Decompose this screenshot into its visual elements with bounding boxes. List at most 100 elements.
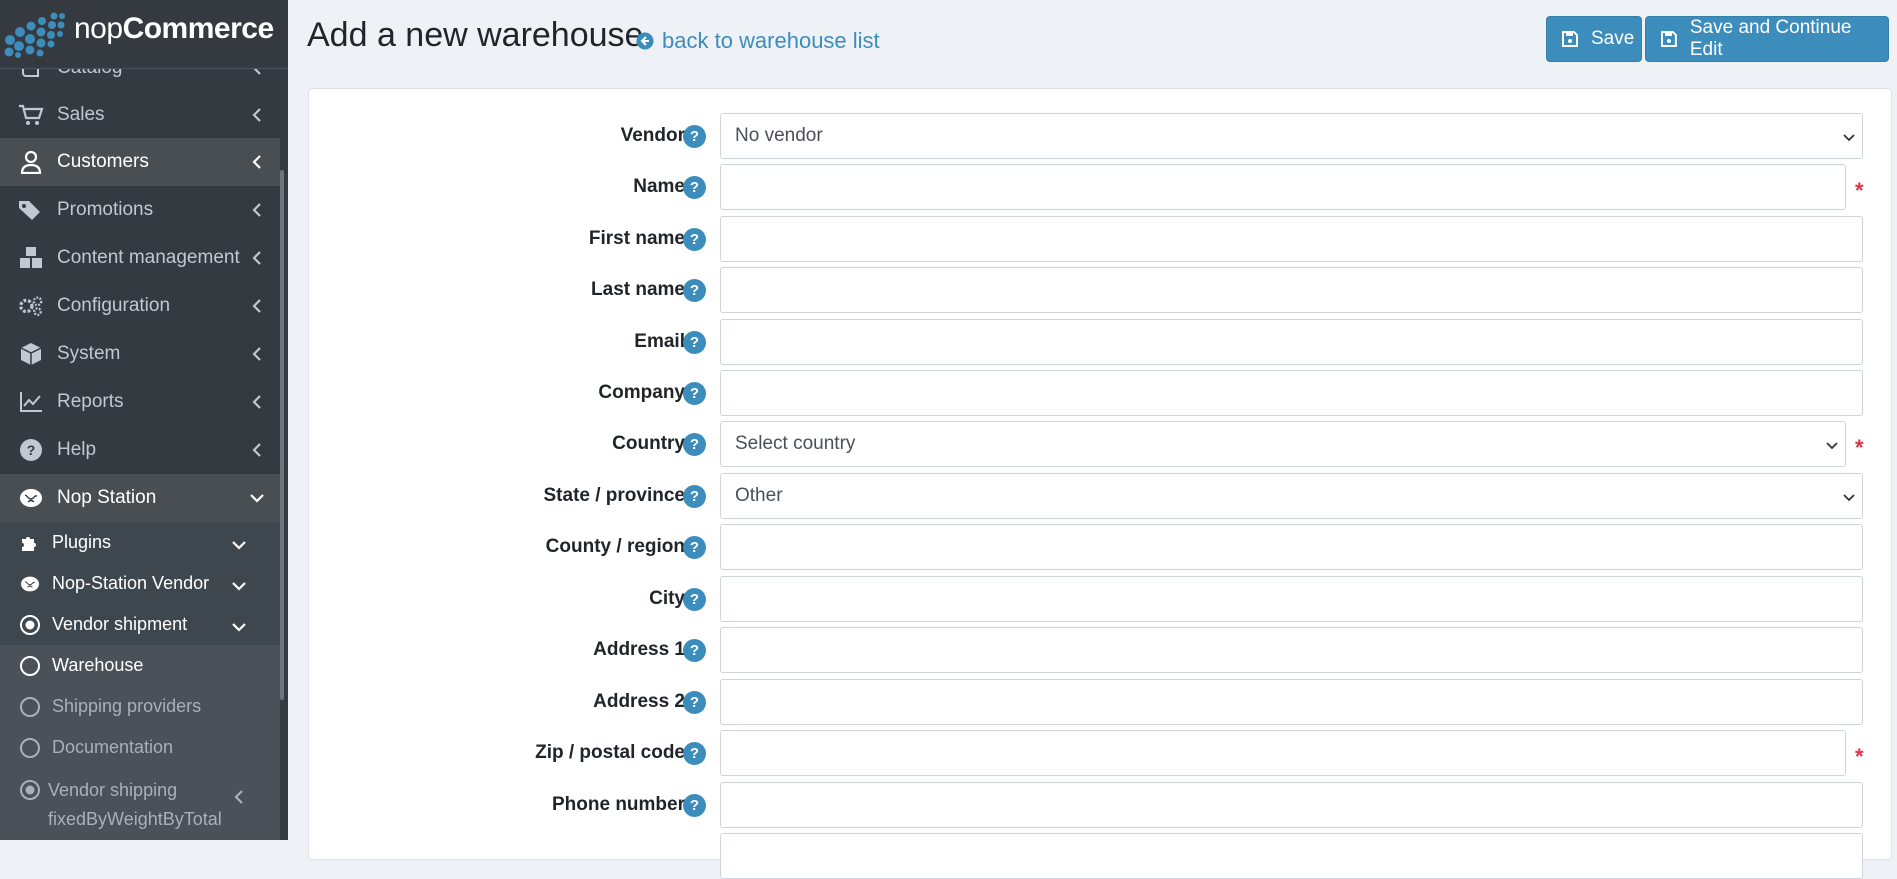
- sidebar-item-nop-station[interactable]: Nop Station: [0, 474, 280, 522]
- phone-input[interactable]: [720, 782, 1863, 828]
- sidebar-item-label: Nop-Station Vendor: [52, 573, 210, 593]
- sidebar-item-plugins[interactable]: Plugins: [0, 522, 280, 563]
- phone-label: Phone number: [551, 794, 685, 815]
- chevron-down-icon: [232, 623, 246, 632]
- state-select[interactable]: Other: [720, 473, 1863, 519]
- chevron-down-icon: [232, 582, 246, 591]
- cart-icon: [18, 102, 44, 128]
- puzzle-icon: [18, 531, 42, 555]
- address1-input[interactable]: [720, 627, 1863, 673]
- brain-icon: [18, 572, 42, 596]
- help-icon[interactable]: ?: [683, 279, 706, 302]
- sidebar-item-label: Content management: [57, 247, 240, 268]
- address1-row: Address 1 ?: [309, 627, 1891, 673]
- help-icon[interactable]: ?: [683, 125, 706, 148]
- name-input[interactable]: [720, 164, 1846, 210]
- country-selected-value: Select country: [735, 433, 856, 454]
- vendor-row: Vendor ? No vendor: [309, 113, 1891, 159]
- city-label: City: [649, 588, 685, 609]
- sidebar-item-label: Nop Station: [57, 487, 157, 508]
- chevron-left-icon: [252, 395, 261, 409]
- sidebar-item-label: Plugins: [52, 532, 112, 552]
- chevron-left-icon: [234, 790, 243, 804]
- company-row: Company ?: [309, 370, 1891, 416]
- chevron-left-icon: [252, 251, 261, 265]
- help-icon[interactable]: ?: [683, 588, 706, 611]
- chevron-left-icon: [252, 203, 261, 217]
- help-icon[interactable]: ?: [683, 742, 706, 765]
- sidebar-item-label: Reports: [57, 391, 124, 412]
- help-icon[interactable]: ?: [683, 691, 706, 714]
- arrow-circle-left-icon: [636, 32, 654, 50]
- circle-icon: [18, 736, 42, 760]
- help-icon[interactable]: ?: [683, 536, 706, 559]
- sidebar-item-documentation[interactable]: Documentation: [0, 727, 280, 768]
- sidebar-item-system[interactable]: System: [0, 330, 280, 378]
- city-row: City ?: [309, 576, 1891, 622]
- chevron-down-icon: [1843, 494, 1855, 502]
- sidebar-item-vendor-shipping-fixed[interactable]: Vendor shipping fixedByWeightByTotal: [0, 768, 280, 840]
- sidebar-item-vendor-shipment[interactable]: Vendor shipment: [0, 604, 280, 645]
- zip-input[interactable]: [720, 730, 1846, 776]
- county-input[interactable]: [720, 524, 1863, 570]
- state-row: State / province ? Other: [309, 473, 1891, 519]
- tags-icon: [18, 197, 44, 223]
- gears-icon: [18, 293, 44, 319]
- chevron-left-icon: [252, 155, 261, 169]
- chevron-left-icon: [252, 443, 261, 457]
- circle-icon: [18, 654, 42, 678]
- chevron-left-icon: [252, 299, 261, 313]
- brand-name: nopCommerce: [74, 12, 274, 45]
- chevron-left-icon: [252, 108, 261, 122]
- help-icon[interactable]: ?: [683, 176, 706, 199]
- dot-circle-icon: [18, 778, 42, 802]
- chevron-left-icon: [252, 347, 261, 361]
- sidebar-item-label: Promotions: [57, 199, 154, 220]
- vendor-select[interactable]: No vendor: [720, 113, 1863, 159]
- sidebar-item-help[interactable]: ? Help: [0, 426, 280, 474]
- help-icon[interactable]: ?: [683, 433, 706, 456]
- warehouse-form-card: Vendor ? No vendor Name ? * First name ?…: [308, 88, 1892, 879]
- brain-icon: [18, 485, 44, 511]
- vendor-selected-value: No vendor: [735, 125, 823, 146]
- back-link-label: back to warehouse list: [662, 28, 880, 53]
- save-continue-button[interactable]: Save and Continue Edit: [1645, 16, 1889, 62]
- email-label: Email: [634, 331, 685, 352]
- help-icon[interactable]: ?: [683, 382, 706, 405]
- required-marker: *: [1855, 178, 1864, 203]
- sidebar-scrollbar[interactable]: [280, 170, 284, 700]
- brand-header[interactable]: nopCommerce: [0, 0, 288, 69]
- sidebar-item-configuration[interactable]: Configuration: [0, 282, 280, 330]
- sidebar-item-label: Customers: [57, 151, 149, 172]
- email-input[interactable]: [720, 319, 1863, 365]
- sidebar-item-sales[interactable]: Sales: [0, 91, 280, 139]
- help-icon[interactable]: ?: [683, 331, 706, 354]
- sidebar-item-warehouse[interactable]: Warehouse: [0, 645, 280, 686]
- sidebar-item-shipping-providers[interactable]: Shipping providers: [0, 686, 280, 727]
- sidebar-item-reports[interactable]: Reports: [0, 378, 280, 426]
- back-to-list-link[interactable]: back to warehouse list: [636, 28, 880, 54]
- required-marker: *: [1855, 435, 1864, 460]
- help-icon[interactable]: ?: [683, 228, 706, 251]
- question-circle-icon: ?: [18, 437, 44, 463]
- sidebar-item-promotions[interactable]: Promotions: [0, 186, 280, 234]
- first-name-row: First name ?: [309, 216, 1891, 262]
- city-input[interactable]: [720, 576, 1863, 622]
- save-button[interactable]: Save: [1546, 16, 1642, 62]
- company-input[interactable]: [720, 370, 1863, 416]
- help-icon[interactable]: ?: [683, 485, 706, 508]
- sidebar-item-content-management[interactable]: Content management: [0, 234, 280, 282]
- address2-input[interactable]: [720, 679, 1863, 725]
- sidebar-item-customers[interactable]: Customers: [0, 138, 280, 186]
- county-row: County / region ?: [309, 524, 1891, 570]
- sidebar: nopCommerce Catalog Sales Customers Prom…: [0, 0, 288, 840]
- svg-text:?: ?: [27, 442, 36, 458]
- last-name-input[interactable]: [720, 267, 1863, 313]
- sidebar-item-nop-station-vendor[interactable]: Nop-Station Vendor: [0, 563, 280, 604]
- circle-icon: [18, 695, 42, 719]
- first-name-input[interactable]: [720, 216, 1863, 262]
- help-icon[interactable]: ?: [683, 639, 706, 662]
- help-icon[interactable]: ?: [683, 794, 706, 817]
- dot-circle-icon: [18, 613, 42, 637]
- country-select[interactable]: Select country: [720, 421, 1846, 467]
